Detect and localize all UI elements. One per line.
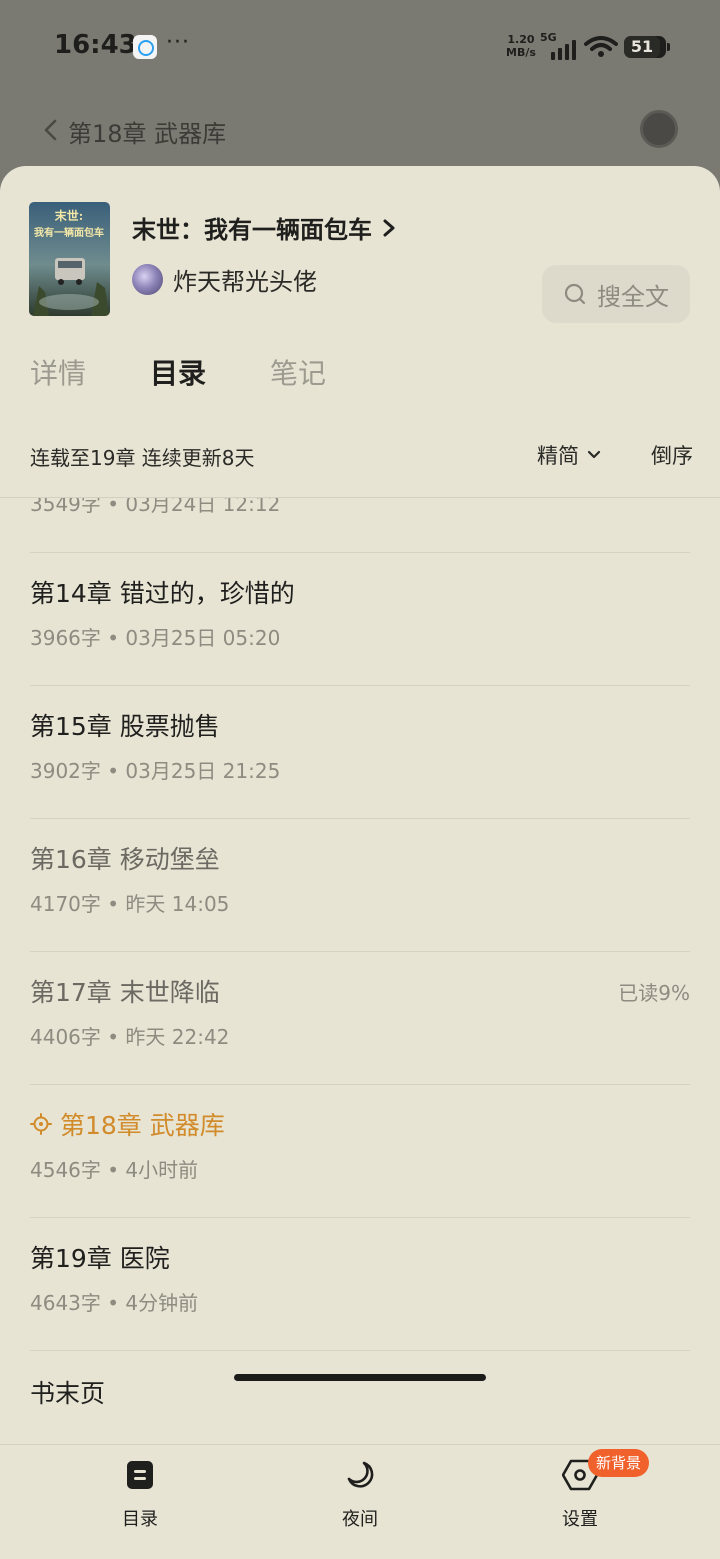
network-speed-value: 1.20	[507, 33, 535, 46]
svg-text:我有一辆面包车: 我有一辆面包车	[34, 226, 104, 239]
chapter-item-16[interactable]: 第16章 移动堡垒 4170字 • 昨天 14:05	[30, 818, 690, 951]
search-full-text-label: 搜全文	[597, 282, 669, 311]
signal-icon	[551, 38, 576, 60]
battery-level: 51	[624, 36, 660, 58]
chevron-right-icon	[383, 219, 395, 236]
chapter-meta: 3902字 • 03月25日 21:25	[30, 759, 281, 783]
chapter-read-progress: 已读9%	[618, 981, 690, 1005]
search-icon	[564, 283, 586, 305]
chapter-title: 第14章 错过的，珍惜的	[30, 579, 295, 608]
book-cover[interactable]: 末世: 我有一辆面包车	[29, 202, 110, 316]
sheet-tabs: 详情 目录 笔记	[30, 352, 326, 392]
current-chapter-title-row: 第18章 武器库	[30, 1106, 225, 1142]
chevron-down-icon	[587, 450, 601, 459]
chapter-title: 第18章 武器库	[60, 1111, 225, 1140]
chapter-meta-partial: 3549字 • 03月24日 12:12	[30, 498, 281, 516]
catalog-mode-select[interactable]: 精简	[537, 440, 601, 470]
chapter-meta: 3966字 • 03月25日 05:20	[30, 626, 281, 650]
nav-catalog-button[interactable]: 目录	[85, 1459, 195, 1531]
nav-settings-label: 设置	[562, 1509, 598, 1530]
new-background-badge: 新背景	[588, 1449, 650, 1477]
chapter-title: 第15章 股票抛售	[30, 712, 220, 741]
current-location-icon	[30, 1113, 52, 1135]
status-bar: 16:43 ··· 1.20 MB/s 5G 51	[0, 0, 720, 95]
book-title: 末世：我有一辆面包车	[132, 216, 372, 244]
catalog-mode-label: 精简	[537, 444, 579, 468]
status-time: 16:43	[54, 30, 137, 60]
back-icon[interactable]	[40, 118, 62, 142]
reader-header: 第18章 武器库	[0, 100, 720, 160]
chapter-meta: 4546字 • 4小时前	[30, 1158, 199, 1182]
svg-text:末世:: 末世:	[55, 208, 83, 223]
battery-icon: 51	[624, 36, 670, 58]
tab-details[interactable]: 详情	[30, 352, 86, 392]
nav-catalog-label: 目录	[122, 1509, 158, 1530]
chapter-title: 第16章 移动堡垒	[30, 845, 220, 874]
chapter-meta: 4170字 • 昨天 14:05	[30, 892, 230, 916]
wifi-icon	[584, 36, 618, 57]
network-speed: 1.20 MB/s	[506, 33, 536, 59]
end-page-item[interactable]: 书末页	[30, 1374, 105, 1410]
chapter-item-15[interactable]: 第15章 股票抛售 3902字 • 03月25日 21:25	[30, 685, 690, 818]
chapter-item-17[interactable]: 第17章 末世降临 已读9% 4406字 • 昨天 22:42	[30, 951, 690, 1084]
chapter-meta: 4406字 • 昨天 22:42	[30, 1025, 230, 1049]
search-full-text-button[interactable]: 搜全文	[542, 265, 690, 323]
network-speed-unit: MB/s	[506, 46, 536, 59]
author-avatar	[132, 264, 163, 295]
moon-icon	[347, 1461, 374, 1488]
catalog-icon	[127, 1461, 153, 1489]
chapter-item-18-current[interactable]: 第18章 武器库 4546字 • 4小时前	[30, 1084, 690, 1217]
chapter-item-14[interactable]: 第14章 错过的，珍惜的 3966字 • 03月25日 05:20	[30, 552, 690, 685]
catalog-toolbar: 连载至19章 连续更新8天 精简 倒序	[30, 438, 694, 474]
tab-notes[interactable]: 笔记	[270, 352, 326, 392]
chapter-title: 第17章 末世降临	[30, 978, 220, 1007]
qq-notification-icon	[133, 35, 157, 59]
chapter-title: 第19章 医院	[30, 1244, 170, 1273]
author-link[interactable]: 炸天帮光头佬	[132, 262, 317, 297]
home-indicator[interactable]	[234, 1374, 486, 1381]
tab-catalog[interactable]: 目录	[150, 352, 206, 392]
chapter-list[interactable]: 3549字 • 03月24日 12:12 第14章 错过的，珍惜的 3966字 …	[0, 498, 720, 1444]
nav-night-mode-button[interactable]: 夜间	[305, 1459, 415, 1531]
more-notifications-icon: ···	[166, 30, 190, 55]
list-separator	[30, 1350, 690, 1351]
reverse-order-button[interactable]: 倒序	[651, 440, 693, 470]
catalog-sheet: 末世: 我有一辆面包车 末世：我有一辆面包车 炸天帮光头佬 搜全文 详情 目录 …	[0, 166, 720, 1559]
reader-chapter-title: 第18章 武器库	[68, 120, 227, 148]
reader-assistant-icon[interactable]	[640, 110, 678, 148]
serial-status: 连载至19章 连续更新8天	[30, 446, 255, 470]
bottom-navigation: 目录 夜间 设置 新背景	[0, 1444, 720, 1559]
author-name: 炸天帮光头佬	[173, 268, 317, 296]
chapter-meta: 4643字 • 4分钟前	[30, 1291, 199, 1315]
book-title-link[interactable]: 末世：我有一辆面包车	[132, 210, 396, 245]
nav-night-label: 夜间	[342, 1509, 378, 1530]
chapter-item-19[interactable]: 第19章 医院 4643字 • 4分钟前	[30, 1217, 690, 1350]
